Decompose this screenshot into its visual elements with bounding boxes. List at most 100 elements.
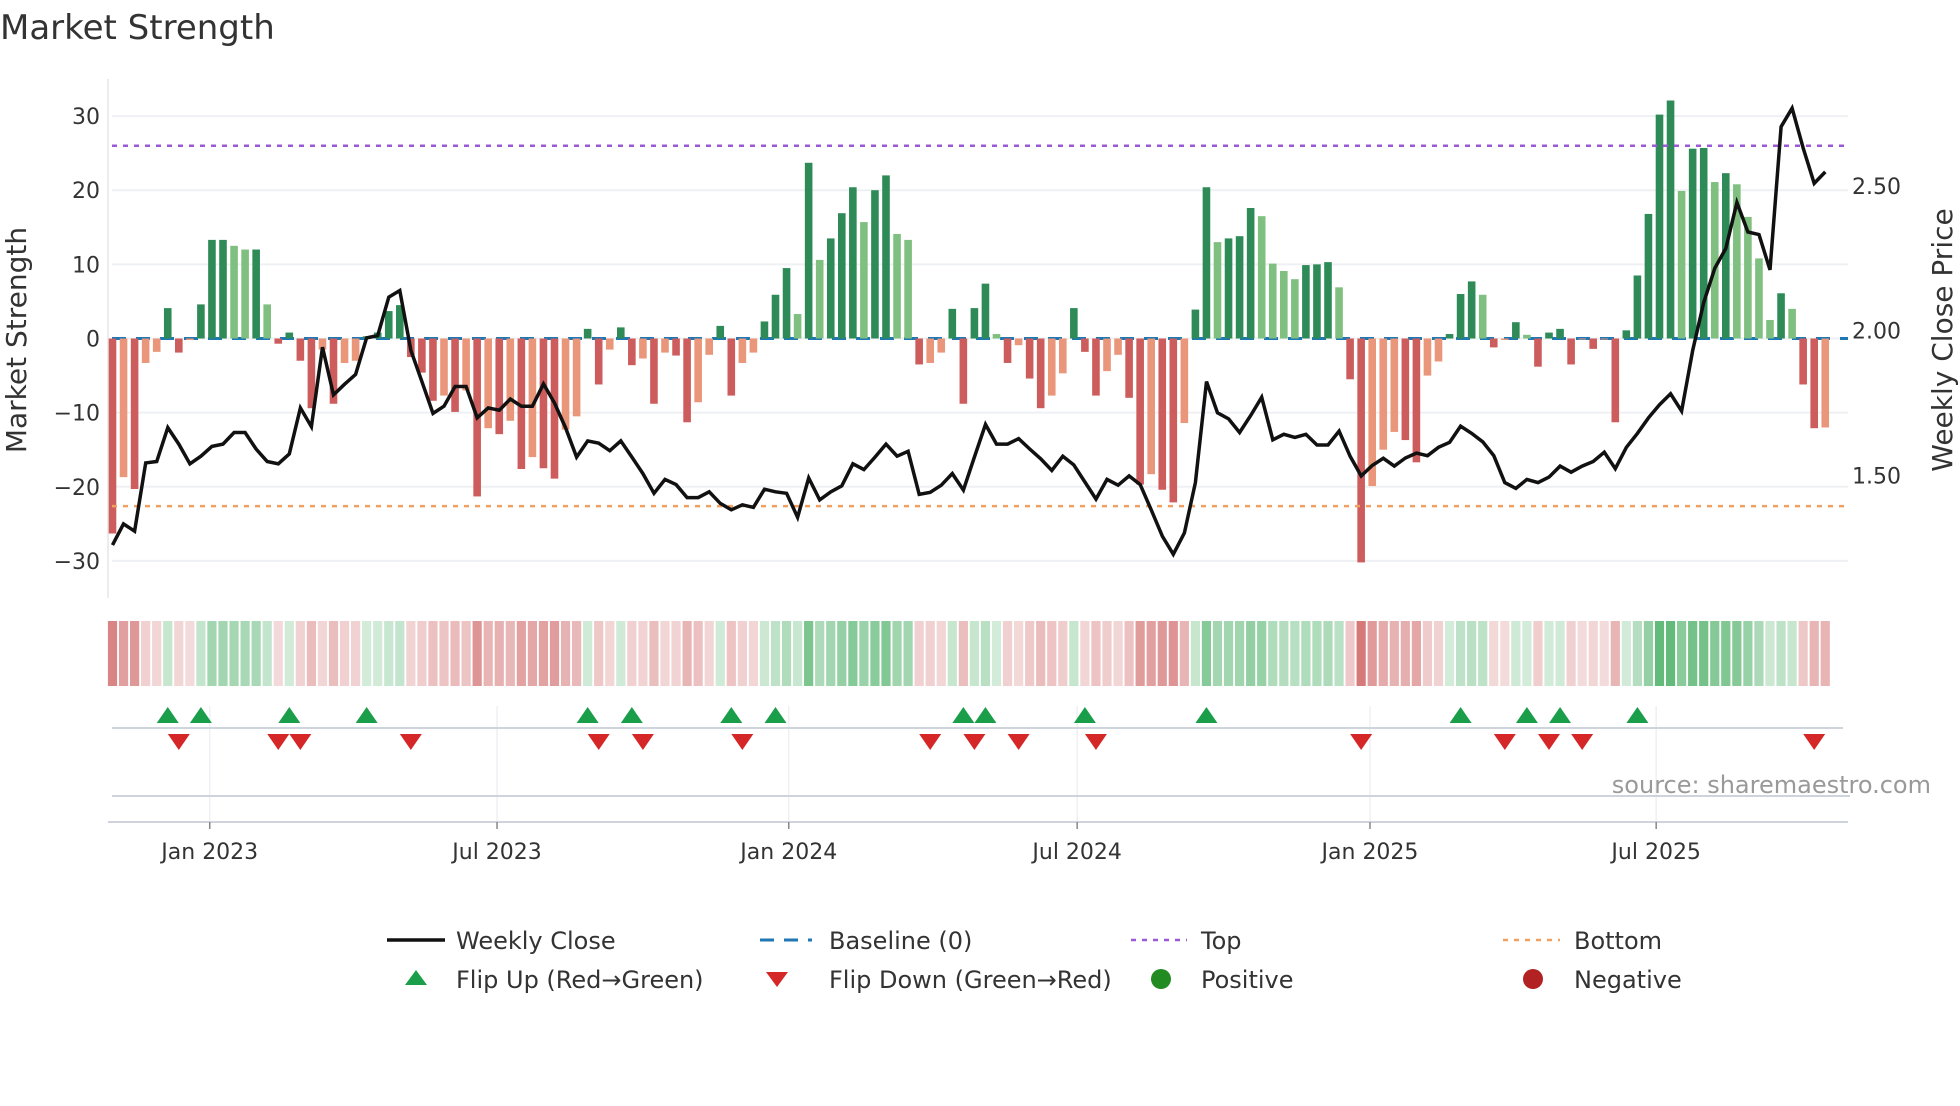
strength-bar xyxy=(1622,330,1631,339)
heatmap-cell xyxy=(1500,621,1510,686)
heatmap-cell xyxy=(638,621,648,686)
strength-bar xyxy=(1302,265,1310,339)
legend-negative: Negative xyxy=(1574,966,1682,994)
heatmap-cell xyxy=(958,621,968,686)
heatmap-cell xyxy=(107,621,118,686)
strength-bar xyxy=(727,338,736,396)
heatmap-cell xyxy=(583,621,593,686)
strength-bar xyxy=(716,325,725,339)
flip-down-marker xyxy=(731,734,754,750)
heatmap-cell xyxy=(1279,621,1289,686)
heatmap-cell xyxy=(671,621,681,686)
flip-down-marker xyxy=(963,734,986,750)
strength-bar xyxy=(1523,334,1531,339)
heatmap-cell xyxy=(1091,621,1101,686)
left-axis-label: Market Strength xyxy=(0,227,33,453)
heatmap-cell xyxy=(527,621,537,686)
heatmap-cell xyxy=(163,621,173,686)
strength-bar xyxy=(1799,338,1807,385)
heatmap-cell xyxy=(627,621,637,686)
flip-down-marker xyxy=(1084,734,1107,750)
chart-title: Market Strength xyxy=(0,8,275,48)
strength-bar xyxy=(1158,338,1167,490)
source-credit: source: sharemaestro.com xyxy=(1612,771,1931,799)
legend: Weekly Close Baseline (0) Top Bottom Fli… xyxy=(387,927,1682,994)
strength-bar xyxy=(1423,338,1432,376)
strength-bars xyxy=(108,100,1830,563)
flip-down-marker xyxy=(631,734,654,750)
heatmap-cell xyxy=(1014,621,1024,686)
strength-bar xyxy=(617,327,625,339)
strength-bar xyxy=(451,338,459,412)
heatmap-cell xyxy=(284,621,294,686)
strength-bar xyxy=(904,239,912,339)
strength-bar xyxy=(1556,328,1564,339)
x-tick-label: Jan 2025 xyxy=(1320,840,1419,865)
strength-bar xyxy=(230,245,238,339)
heatmap-cell xyxy=(1721,621,1731,686)
strength-bar xyxy=(152,338,161,352)
strength-bar xyxy=(1611,338,1620,423)
strength-bar xyxy=(263,304,271,339)
strength-bar xyxy=(1191,309,1200,339)
flip-down-marker xyxy=(919,734,942,750)
heatmap-cell xyxy=(306,621,316,686)
strength-bar xyxy=(1534,338,1542,367)
strength-bar xyxy=(1103,338,1111,372)
strength-bar xyxy=(572,338,581,417)
strength-bar xyxy=(915,338,923,365)
heatmap-cell xyxy=(1820,621,1830,686)
strength-bar xyxy=(384,311,393,339)
flip-down-marker xyxy=(289,734,312,750)
strength-bar xyxy=(1114,338,1122,355)
heatmap-cell xyxy=(969,621,979,686)
strength-bar xyxy=(1147,338,1155,475)
heatmap-cell xyxy=(1036,621,1046,686)
heatmap-cell xyxy=(273,621,283,686)
heatmap-cell xyxy=(516,621,526,686)
strength-bar xyxy=(1788,308,1796,339)
heatmap-cell xyxy=(826,621,836,686)
flip-up-marker xyxy=(156,707,179,723)
strength-bar xyxy=(849,187,857,339)
heatmap-cell xyxy=(572,621,582,686)
heatmap-cell xyxy=(1124,621,1134,686)
heatmap-cell xyxy=(560,621,571,686)
right-axis-ticks: 1.50 2.00 2.50 xyxy=(1852,175,1901,489)
strength-bar xyxy=(495,338,504,435)
heatmap-cell xyxy=(1367,621,1377,686)
heatmap-cell xyxy=(1544,621,1554,686)
strength-bar xyxy=(1357,338,1365,563)
strength-bar xyxy=(639,338,647,359)
flip-up-marker xyxy=(974,707,997,723)
legend-flip-up: Flip Up (Red→Green) xyxy=(456,966,704,994)
flip-up-marker xyxy=(1515,707,1538,723)
heatmap-cell xyxy=(1433,621,1444,686)
heatmap-cell xyxy=(693,621,703,686)
strength-bar xyxy=(141,338,150,363)
y-tick-label: 0 xyxy=(86,328,100,353)
strength-bar xyxy=(738,338,747,363)
heatmap-cell xyxy=(1025,621,1035,686)
y-tick-label: 10 xyxy=(72,253,100,278)
heatmap-cell xyxy=(395,621,405,686)
strength-bar xyxy=(1445,334,1454,339)
heatmap-cell xyxy=(1069,621,1079,686)
heatmap-cell xyxy=(185,621,195,686)
flip-up-marker xyxy=(1195,707,1218,723)
strength-bar xyxy=(1434,338,1443,362)
legend-top: Top xyxy=(1200,927,1242,955)
strength-bar xyxy=(208,239,216,339)
strength-bar xyxy=(274,338,283,344)
strength-bar xyxy=(462,338,470,391)
y2-tick-label: 2.00 xyxy=(1852,320,1901,345)
heatmap-cell xyxy=(715,621,725,686)
heatmap-cell xyxy=(748,621,758,686)
strength-bar xyxy=(1567,338,1575,365)
strength-bar xyxy=(252,249,260,339)
heatmap-cell xyxy=(1533,621,1543,686)
strength-bar xyxy=(1489,338,1498,348)
strength-bar xyxy=(1313,264,1321,339)
heatmap-cell xyxy=(1002,621,1013,686)
heatmap-cell xyxy=(1312,621,1322,686)
